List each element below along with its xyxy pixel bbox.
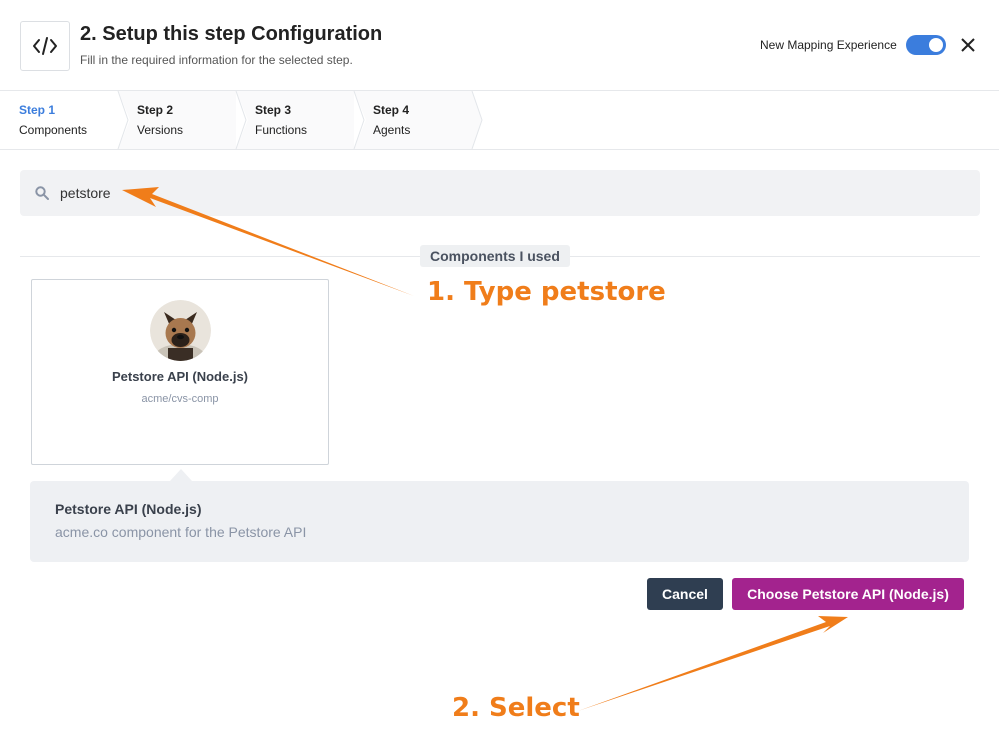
step-components[interactable]: Step 1 Components	[0, 91, 118, 149]
step-label: Functions	[255, 123, 308, 137]
component-detail-panel: Petstore API (Node.js) acme.co component…	[30, 481, 969, 562]
search-bar	[20, 170, 980, 216]
mapping-toggle-label: New Mapping Experience	[760, 38, 897, 52]
dog-avatar	[150, 300, 211, 361]
arrow-to-choose	[578, 616, 848, 711]
annotation-type-petstore: 1. Type petstore	[427, 277, 666, 307]
code-icon	[20, 21, 70, 71]
detail-title: Petstore API (Node.js)	[55, 501, 202, 517]
detail-description: acme.co component for the Petstore API	[55, 524, 307, 540]
component-card[interactable]: Petstore API (Node.js) acme/cvs-comp	[31, 279, 329, 465]
step-number: Step 4	[373, 103, 410, 117]
page-subtitle: Fill in the required information for the…	[80, 53, 353, 67]
detail-pointer	[170, 469, 192, 481]
step-number: Step 3	[255, 103, 292, 117]
search-input[interactable]	[60, 180, 960, 206]
step-versions[interactable]: Step 2 Versions	[118, 91, 236, 149]
step-label: Versions	[137, 123, 184, 137]
page-title: 2. Setup this step Configuration	[80, 23, 383, 45]
annotation-select: 2. Select	[452, 693, 580, 723]
step-label: Agents	[373, 123, 411, 137]
modal-header: 2. Setup this step Configuration Fill in…	[0, 0, 999, 91]
toggle-knob	[929, 38, 943, 52]
card-subtitle: acme/cvs-comp	[141, 393, 219, 405]
search-icon	[35, 186, 49, 205]
step-number: Step 1	[19, 103, 56, 117]
choose-component-button[interactable]: Choose Petstore API (Node.js)	[732, 578, 964, 610]
step-functions[interactable]: Step 3 Functions	[236, 91, 354, 149]
mapping-toggle[interactable]	[906, 35, 946, 55]
step-number: Step 2	[137, 103, 174, 117]
section-label: Components I used	[420, 245, 570, 267]
close-icon[interactable]	[958, 35, 978, 55]
stepper: Step 1 Components Step 2 Versions Step 3…	[0, 91, 999, 150]
card-title: Petstore API (Node.js)	[111, 369, 249, 384]
step-agents[interactable]: Step 4 Agents	[354, 91, 472, 149]
step-label: Components	[19, 123, 88, 137]
cancel-button[interactable]: Cancel	[647, 578, 723, 610]
